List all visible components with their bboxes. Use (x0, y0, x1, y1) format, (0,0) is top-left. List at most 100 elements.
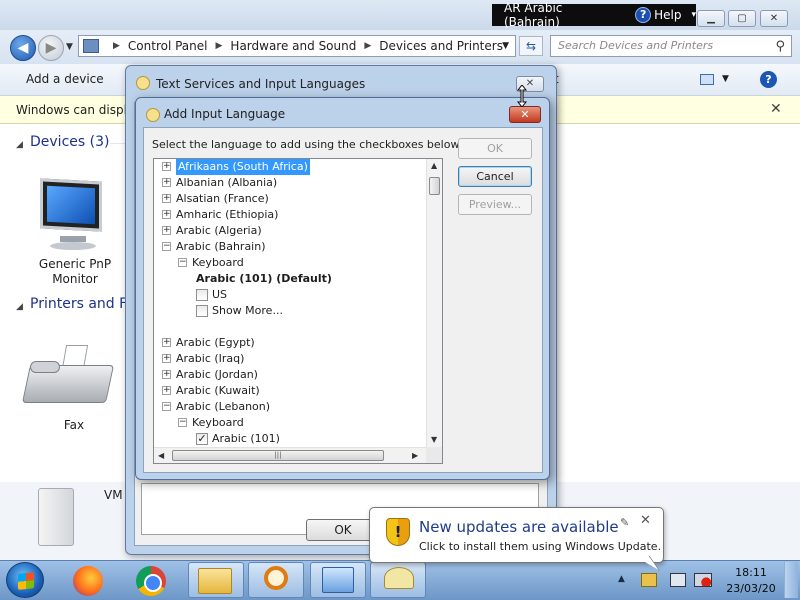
scroll-thumb-horizontal[interactable]: ||| (172, 450, 384, 461)
search-magnifier-icon[interactable] (264, 566, 288, 590)
tree-item[interactable]: + Arabic (Algeria) (154, 223, 424, 239)
info-bar-close-icon[interactable]: ✕ (770, 101, 782, 117)
tree-item[interactable]: + Albanian (Albania) (154, 175, 424, 191)
chevron-right-icon[interactable]: ▶ (113, 41, 120, 51)
language-bar-help[interactable]: Help (654, 8, 681, 22)
language-checkbox[interactable] (196, 289, 208, 301)
expand-icon[interactable]: + (162, 386, 171, 395)
firefox-icon[interactable] (73, 566, 103, 596)
explorer-folder-icon[interactable] (198, 568, 232, 594)
scroll-right-icon[interactable]: ▶ (412, 451, 418, 460)
tree-item[interactable]: + Arabic (Jordan) (154, 367, 424, 383)
input-language-icon[interactable] (384, 567, 414, 589)
tree-item-label[interactable]: Alsatian (France) (176, 191, 269, 207)
tree-item[interactable]: − Keyboard (154, 255, 424, 271)
expand-icon[interactable]: + (162, 370, 171, 379)
expand-icon[interactable]: + (162, 194, 171, 203)
computer-icon[interactable] (38, 488, 74, 546)
fax-icon[interactable] (21, 345, 115, 411)
tree-item-label[interactable]: Arabic (101) (Default) (196, 271, 332, 287)
collapse-icon[interactable]: − (162, 242, 171, 251)
tree-item-label[interactable]: Show More... (212, 303, 283, 319)
tree-item-label[interactable]: Keyboard (192, 415, 244, 431)
expand-icon[interactable]: + (162, 178, 171, 187)
tree-item[interactable]: + Arabic (Iraq) (154, 351, 424, 367)
scroll-left-icon[interactable]: ◀ (158, 451, 164, 460)
collapse-icon[interactable]: − (178, 258, 187, 267)
tree-item-label[interactable]: Arabic (Bahrain) (176, 239, 266, 255)
info-bar-text[interactable]: Windows can display (16, 103, 141, 117)
scroll-thumb[interactable] (429, 177, 440, 195)
tree-item-label[interactable]: Arabic (Iraq) (176, 351, 244, 367)
scroll-down-icon[interactable]: ▼ (431, 435, 437, 444)
device-label-monitor[interactable]: Generic PnP Monitor (30, 257, 120, 287)
horizontal-scrollbar[interactable]: ◀ ||| ▶ (154, 447, 426, 463)
notification-text[interactable]: Click to install them using Windows Upda… (419, 540, 661, 553)
tree-item-label[interactable]: Afrikaans (South Africa) (176, 159, 310, 175)
tree-item-label[interactable]: Arabic (Egypt) (176, 335, 255, 351)
scroll-up-icon[interactable]: ▲ (431, 161, 437, 170)
language-checkbox[interactable]: ✓ (196, 433, 208, 445)
tree-item[interactable]: US (154, 287, 424, 303)
close-button[interactable]: ✕ (760, 10, 788, 27)
system-clock[interactable]: 18:11 23/03/20 (724, 565, 778, 597)
cancel-button[interactable]: Cancel (458, 166, 532, 187)
clock-date[interactable]: 23/03/20 (724, 581, 778, 597)
expand-icon[interactable]: + (162, 210, 171, 219)
network-icon[interactable] (670, 573, 686, 587)
tree-item-label[interactable]: Arabic (Algeria) (176, 223, 262, 239)
maximize-button[interactable]: ▢ (728, 10, 756, 27)
add-language-close-button[interactable]: ✕ (509, 106, 541, 123)
breadcrumb-devices-printers[interactable]: Devices and Printers (379, 39, 503, 53)
show-hidden-icons-icon[interactable]: ▲ (618, 574, 625, 584)
expand-icon[interactable]: + (162, 162, 171, 171)
collapse-icon[interactable]: − (178, 418, 187, 427)
collapse-icon[interactable]: ◢ (16, 302, 23, 312)
notification-options-icon[interactable]: ✎ (620, 516, 629, 529)
search-icon[interactable]: ⚲ (775, 37, 785, 57)
back-button[interactable]: ◀ (10, 35, 36, 61)
group-devices-title[interactable]: Devices (3) (30, 134, 109, 150)
tree-item[interactable]: − Keyboard (154, 415, 424, 431)
tree-item[interactable]: + Alsatian (France) (154, 191, 424, 207)
refresh-button[interactable]: ⇆ (519, 36, 543, 56)
device-label-vm[interactable]: VM (104, 488, 123, 502)
language-tree[interactable]: + Afrikaans (South Africa) + Albanian (Alba… (153, 158, 443, 464)
breadcrumb-hardware-sound[interactable]: Hardware and Sound (230, 39, 356, 53)
ok-button[interactable]: OK (458, 138, 532, 159)
preview-button[interactable]: Preview... (458, 194, 532, 215)
volume-muted-icon[interactable] (694, 573, 712, 587)
tree-item-label[interactable]: US (212, 287, 227, 303)
tree-item[interactable]: + Arabic (Egypt) (154, 335, 424, 351)
tree-item-label[interactable]: Amharic (Ethiopia) (176, 207, 278, 223)
tree-item[interactable]: + Afrikaans (South Africa) (154, 159, 424, 175)
show-desktop-button[interactable] (784, 562, 798, 598)
chrome-icon[interactable] (136, 566, 166, 596)
language-bar-options-icon[interactable]: ▾ (691, 10, 696, 20)
control-panel-icon[interactable] (322, 567, 354, 593)
help-icon[interactable]: ? (635, 7, 652, 23)
collapse-icon[interactable]: ◢ (16, 140, 23, 150)
start-button[interactable] (6, 562, 44, 598)
address-bar[interactable]: ▶ Control Panel ▶ Hardware and Sound ▶ D… (78, 35, 516, 57)
address-dropdown-icon[interactable]: ▼ (502, 41, 509, 51)
tree-item-label[interactable]: Arabic (101) (212, 431, 280, 447)
tree-item[interactable]: Show More... (154, 303, 424, 319)
tree-item[interactable]: ✓ Arabic (101) (154, 431, 424, 447)
expand-icon[interactable]: + (162, 354, 171, 363)
tree-item[interactable]: − Arabic (Bahrain) (154, 239, 424, 255)
expand-icon[interactable]: + (162, 338, 171, 347)
language-checkbox[interactable] (196, 305, 208, 317)
device-label-fax[interactable]: Fax (44, 418, 104, 433)
add-device-button[interactable]: Add a device (26, 72, 104, 86)
forward-button[interactable]: ▶ (38, 35, 64, 61)
tree-item[interactable]: + Amharic (Ethiopia) (154, 207, 424, 223)
group-printers-title[interactable]: Printers and Fa (30, 296, 134, 312)
notification-close-icon[interactable]: ✕ (640, 513, 651, 528)
notification-title[interactable]: New updates are available (419, 518, 619, 536)
language-indicator[interactable]: AR Arabic (Bahrain) (504, 1, 621, 29)
breadcrumb-control-panel[interactable]: Control Panel (128, 39, 208, 53)
tree-item[interactable]: + Arabic (Kuwait) (154, 383, 424, 399)
expand-icon[interactable]: + (162, 226, 171, 235)
minimize-button[interactable]: ▁ (697, 10, 725, 27)
